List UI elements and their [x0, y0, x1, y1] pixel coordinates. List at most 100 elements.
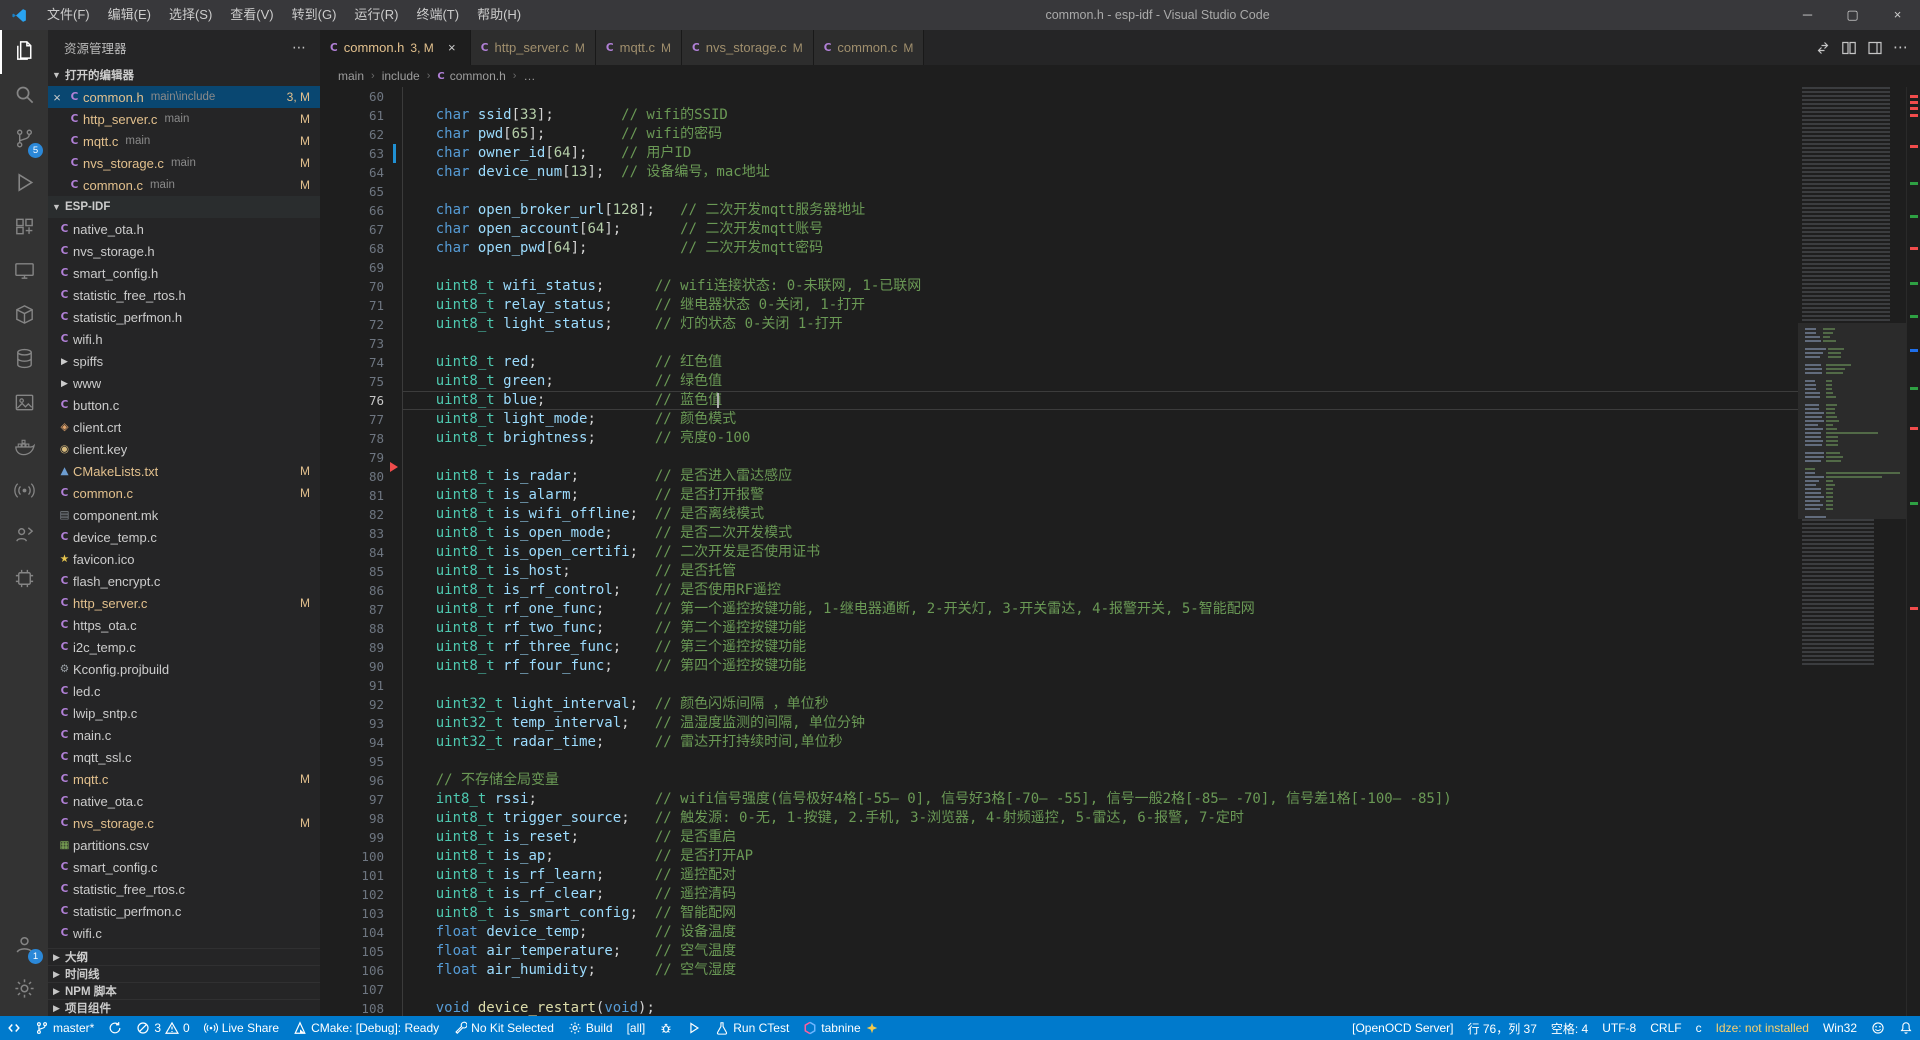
- code-line[interactable]: 100 uint8_t is_ap;// 是否打开AP: [320, 847, 1798, 866]
- project-section-header[interactable]: ▼ ESP-IDF: [48, 196, 320, 218]
- code-line[interactable]: 88 uint8_t rf_two_func;// 第二个遥控按键功能: [320, 619, 1798, 638]
- breadcrumb-item[interactable]: include: [382, 69, 420, 83]
- status-live-share[interactable]: Live Share: [197, 1016, 286, 1040]
- status-language-mode[interactable]: c: [1689, 1016, 1709, 1040]
- close-icon[interactable]: ×: [444, 40, 460, 55]
- code-line[interactable]: 65: [320, 182, 1798, 201]
- activity-item-account[interactable]: 1: [0, 924, 48, 968]
- menu-item[interactable]: 帮助(H): [468, 0, 530, 30]
- tab-common.c[interactable]: Ccommon.cM: [814, 30, 925, 65]
- code-line[interactable]: 81 uint8_t is_alarm;// 是否打开报警: [320, 486, 1798, 505]
- status-encoding[interactable]: UTF-8: [1595, 1016, 1643, 1040]
- code-line[interactable]: 62 char pwd[65];// wifi的密码: [320, 125, 1798, 144]
- code-line[interactable]: 104 float device_temp;// 设备温度: [320, 923, 1798, 942]
- status-feedback[interactable]: [1864, 1016, 1892, 1040]
- code-line[interactable]: 108 void device_restart(void);: [320, 999, 1798, 1016]
- sidebar-section[interactable]: ▶NPM 脚本: [48, 982, 320, 999]
- open-editor-item[interactable]: Ccommon.cmainM: [48, 174, 320, 196]
- code-line[interactable]: 106 float air_humidity;// 空气湿度: [320, 961, 1798, 980]
- code-line[interactable]: 98 uint8_t trigger_source;// 触发源: 0-无, 1…: [320, 809, 1798, 828]
- sidebar-section[interactable]: ▶时间线: [48, 965, 320, 982]
- tree-item-file[interactable]: Clwip_sntp.c: [48, 702, 320, 724]
- open-editors-header[interactable]: ▼ 打开的编辑器: [48, 64, 320, 86]
- activity-item-run-debug[interactable]: [0, 162, 48, 206]
- tree-item-file[interactable]: ◈client.crt: [48, 416, 320, 438]
- menu-item[interactable]: 选择(S): [160, 0, 221, 30]
- code-line[interactable]: 83 uint8_t is_open_mode;// 是否二次开发模式: [320, 524, 1798, 543]
- tree-item-file[interactable]: ▦partitions.csv: [48, 834, 320, 856]
- tree-item-file[interactable]: ◉client.key: [48, 438, 320, 460]
- code-line[interactable]: 89 uint8_t rf_three_func;// 第三个遥控按键功能: [320, 638, 1798, 657]
- tree-item-file[interactable]: Csmart_config.c: [48, 856, 320, 878]
- code-line[interactable]: 103 uint8_t is_smart_config;// 智能配网: [320, 904, 1798, 923]
- maximize-button[interactable]: ▢: [1830, 0, 1875, 30]
- activity-item-image-preview[interactable]: [0, 382, 48, 426]
- close-icon[interactable]: ×: [48, 90, 66, 105]
- status-git-branch[interactable]: master*: [28, 1016, 101, 1040]
- tab-mqtt.c[interactable]: Cmqtt.cM: [596, 30, 682, 65]
- code-line[interactable]: 82 uint8_t is_wifi_offline;// 是否离线模式: [320, 505, 1798, 524]
- status-ctest[interactable]: Run CTest: [708, 1016, 796, 1040]
- tab-http_server.c[interactable]: Chttp_server.cM: [471, 30, 596, 65]
- status-eol[interactable]: CRLF: [1643, 1016, 1688, 1040]
- tree-item-file[interactable]: Csmart_config.h: [48, 262, 320, 284]
- status-notifications[interactable]: [1892, 1016, 1920, 1040]
- breadcrumb-item[interactable]: Ccommon.h: [437, 69, 505, 83]
- code-line[interactable]: 68 char open_pwd[64];// 二次开发mqtt密码: [320, 239, 1798, 258]
- activity-item-settings[interactable]: [0, 968, 48, 1012]
- tree-item-file[interactable]: Cwifi.c: [48, 922, 320, 944]
- more-actions-icon[interactable]: ⋯: [292, 39, 306, 56]
- tree-item-folder[interactable]: ▶www: [48, 372, 320, 394]
- code-line[interactable]: 76 uint8_t blue;// 蓝色值: [320, 391, 1798, 410]
- code-line[interactable]: 69: [320, 258, 1798, 277]
- code-line[interactable]: 91: [320, 676, 1798, 695]
- code-line[interactable]: 71 uint8_t relay_status;// 继电器状态 0-关闭, 1…: [320, 296, 1798, 315]
- tree-item-file[interactable]: Cnative_ota.c: [48, 790, 320, 812]
- code-line[interactable]: 87 uint8_t rf_one_func;// 第一个遥控按键功能, 1-继…: [320, 600, 1798, 619]
- menu-item[interactable]: 编辑(E): [99, 0, 160, 30]
- minimap[interactable]: [1798, 87, 1906, 1016]
- activity-item-extensions[interactable]: [0, 206, 48, 250]
- code-line[interactable]: 72 uint8_t light_status;// 灯的状态 0-关闭 1-打…: [320, 315, 1798, 334]
- status-debug[interactable]: [652, 1016, 680, 1040]
- activity-item-source-control[interactable]: 5: [0, 118, 48, 162]
- tree-item-file[interactable]: Cdevice_temp.c: [48, 526, 320, 548]
- code-line[interactable]: 84 uint8_t is_open_certifi;// 二次开发是否使用证书: [320, 543, 1798, 562]
- activity-item-database[interactable]: [0, 338, 48, 382]
- tree-item-file[interactable]: Cstatistic_free_rtos.c: [48, 878, 320, 900]
- code-line[interactable]: 102 uint8_t is_rf_clear;// 遥控清码: [320, 885, 1798, 904]
- activity-item-explorer[interactable]: [0, 30, 48, 74]
- code-line[interactable]: 77 uint8_t light_mode;// 颜色模式: [320, 410, 1798, 429]
- code-line[interactable]: 95: [320, 752, 1798, 771]
- open-editor-item[interactable]: Cnvs_storage.cmainM: [48, 152, 320, 174]
- activity-item-remote-explorer[interactable]: [0, 250, 48, 294]
- layout-icon[interactable]: [1867, 40, 1883, 56]
- code-line[interactable]: 90 uint8_t rf_four_func;// 第四个遥控按键功能: [320, 657, 1798, 676]
- code-line[interactable]: 67 char open_account[64];// 二次开发mqtt账号: [320, 220, 1798, 239]
- code-line[interactable]: 73: [320, 334, 1798, 353]
- menu-item[interactable]: 查看(V): [221, 0, 282, 30]
- code-line[interactable]: 70 uint8_t wifi_status;// wifi连接状态: 0-未联…: [320, 277, 1798, 296]
- code-line[interactable]: 75 uint8_t green;// 绿色值: [320, 372, 1798, 391]
- status-cmake-build[interactable]: Build: [561, 1016, 620, 1040]
- tree-item-file[interactable]: Cmqtt_ssl.c: [48, 746, 320, 768]
- tree-item-file[interactable]: Cflash_encrypt.c: [48, 570, 320, 592]
- sidebar-section[interactable]: ▶项目组件: [48, 999, 320, 1016]
- open-editor-item[interactable]: Cmqtt.cmainM: [48, 130, 320, 152]
- close-button[interactable]: ×: [1875, 0, 1920, 30]
- menu-item[interactable]: 文件(F): [38, 0, 99, 30]
- open-changes-icon[interactable]: [1815, 40, 1831, 56]
- tree-item-file[interactable]: Cnvs_storage.cM: [48, 812, 320, 834]
- breadcrumb-item[interactable]: …: [523, 69, 535, 83]
- menu-item[interactable]: 终端(T): [407, 0, 468, 30]
- more-actions-icon[interactable]: ⋯: [1893, 40, 1908, 56]
- status-problems[interactable]: 30: [129, 1016, 196, 1040]
- tree-item-file[interactable]: ⚙Kconfig.projbuild: [48, 658, 320, 680]
- status-cmake-status[interactable]: CMake: [Debug]: Ready: [286, 1016, 446, 1040]
- tab-common.h[interactable]: Ccommon.h3, M×: [320, 30, 471, 65]
- open-editor-item[interactable]: Chttp_server.cmainM: [48, 108, 320, 130]
- activity-item-live-share[interactable]: [0, 514, 48, 558]
- tab-nvs_storage.c[interactable]: Cnvs_storage.cM: [682, 30, 814, 65]
- status-cmake-kit[interactable]: No Kit Selected: [446, 1016, 561, 1040]
- tree-item-file[interactable]: Ci2c_temp.c: [48, 636, 320, 658]
